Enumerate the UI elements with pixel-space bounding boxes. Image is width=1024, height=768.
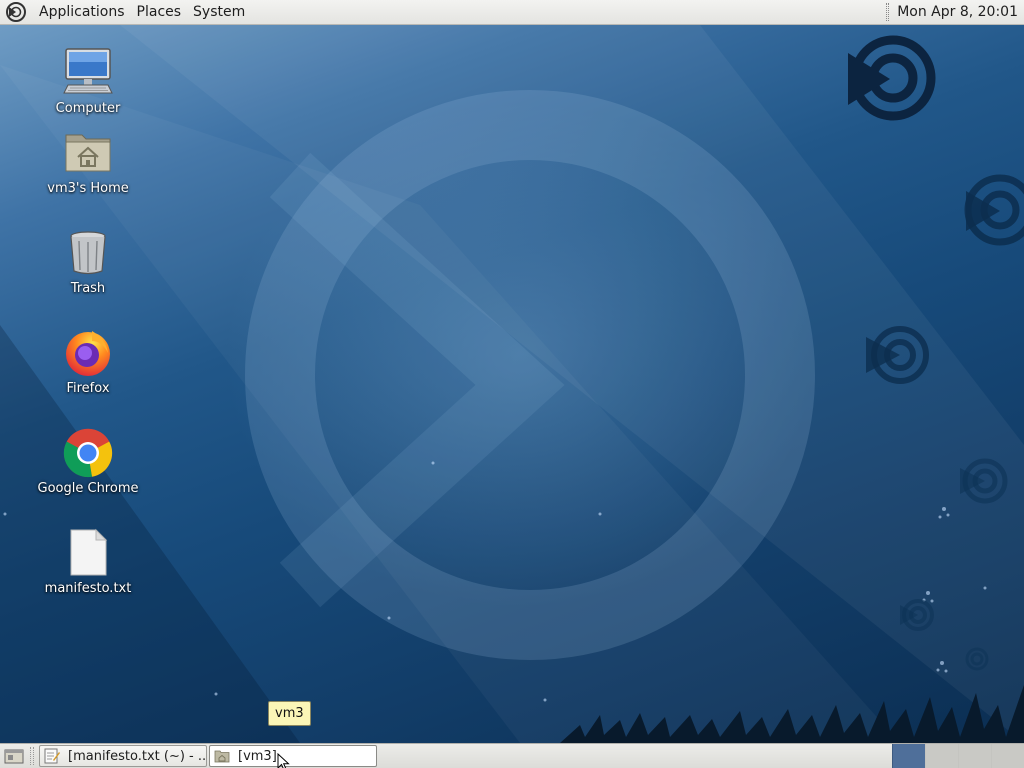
text-file-icon [70, 528, 108, 576]
desktop-icon-chrome[interactable]: Google Chrome [33, 427, 143, 496]
bottom-panel: [manifesto.txt (~) - ... [vm3] [0, 743, 1024, 768]
desktop-icon-label: Google Chrome [37, 481, 139, 496]
desktop-icon-label: manifesto.txt [44, 581, 132, 596]
desktop[interactable]: Computer vm3's Home Trash Firefox Google… [0, 25, 1024, 743]
workspace-4[interactable] [991, 744, 1024, 768]
wallpaper [0, 25, 1024, 743]
task-label: [manifesto.txt (~) - ... [68, 748, 207, 764]
folder-icon [214, 750, 230, 763]
firefox-icon [66, 331, 110, 376]
show-desktop-icon[interactable] [3, 746, 25, 766]
workspace-switcher[interactable] [892, 744, 1024, 768]
desktop-icon-firefox[interactable]: Firefox [33, 327, 143, 396]
text-editor-icon [44, 748, 60, 764]
taskbar-handle[interactable] [30, 747, 34, 765]
desktop-icon-label: vm3's Home [47, 181, 129, 196]
tooltip: vm3 [268, 701, 311, 726]
desktop-icon-trash[interactable]: Trash [33, 227, 143, 296]
clock[interactable]: Mon Apr 8, 20:01 [897, 4, 1024, 20]
desktop-icon-label: Trash [70, 281, 106, 296]
chrome-icon [63, 428, 113, 478]
workspace-2[interactable] [925, 744, 958, 768]
menu-system[interactable]: System [187, 0, 251, 25]
top-panel: Applications Places System Mon Apr 8, 20… [0, 0, 1024, 25]
desktop-icon-label: Computer [55, 101, 121, 116]
desktop-icon-home[interactable]: vm3's Home [33, 127, 143, 196]
mouse-cursor-icon [277, 753, 290, 768]
desktop-icon-computer[interactable]: Computer [33, 47, 143, 116]
panel-handle[interactable] [886, 3, 890, 21]
home-folder-icon [65, 134, 111, 172]
computer-icon [63, 48, 113, 94]
task-label: [vm3] [238, 748, 277, 764]
task-vm3[interactable]: [vm3] [209, 745, 377, 767]
task-manifesto[interactable]: [manifesto.txt (~) - ... [39, 745, 207, 767]
trash-icon [70, 231, 106, 275]
mate-logo-icon[interactable] [5, 1, 27, 23]
workspace-3[interactable] [958, 744, 991, 768]
desktop-icon-label: Firefox [66, 381, 110, 396]
desktop-icon-manifesto[interactable]: manifesto.txt [33, 527, 143, 596]
workspace-1[interactable] [892, 744, 925, 768]
menu-places[interactable]: Places [131, 0, 188, 25]
menu-applications[interactable]: Applications [33, 0, 131, 25]
